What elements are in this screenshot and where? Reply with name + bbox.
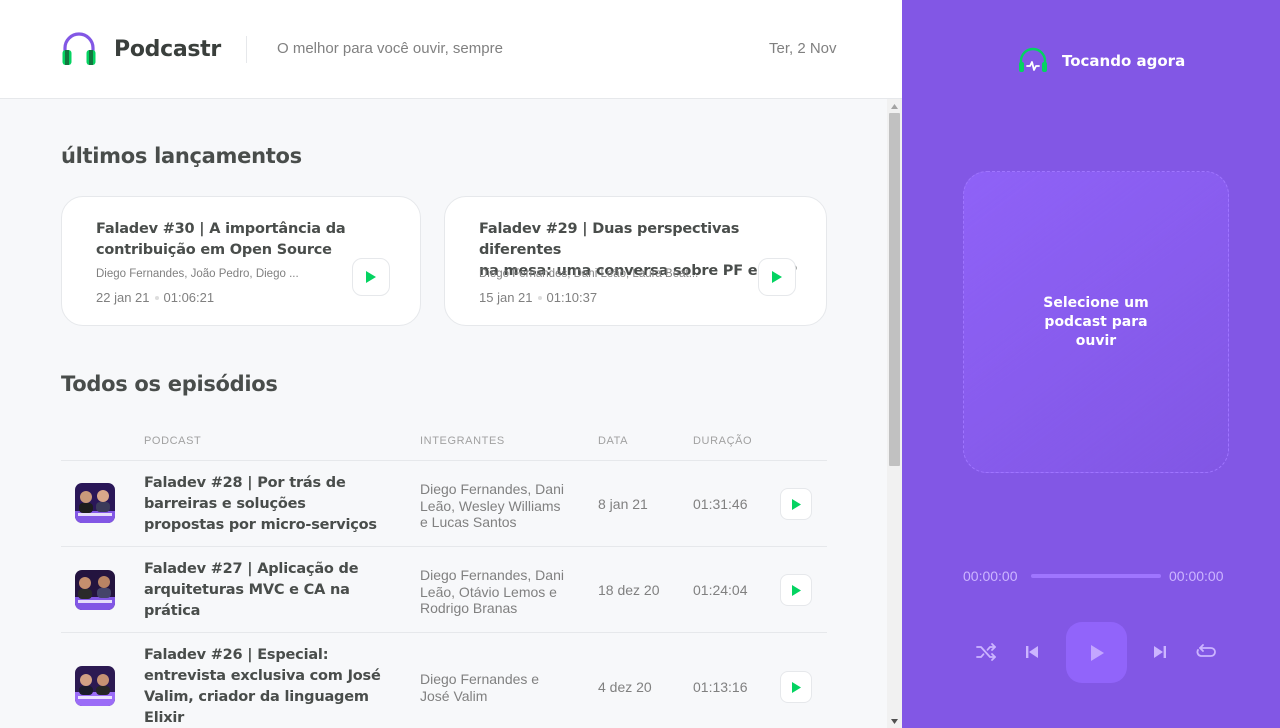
play-episode-button[interactable]: [758, 258, 796, 296]
episode-date: 18 dez 20: [598, 582, 660, 598]
episode-duration: 01:10:37: [546, 290, 598, 305]
episode-title-line: Faladev #30 | A importância da: [96, 221, 346, 237]
play-episode-button[interactable]: [780, 671, 812, 703]
play-icon: [791, 498, 801, 510]
episode-duration: 01:13:16: [693, 679, 748, 695]
episode-thumbnail: [75, 483, 115, 523]
episode-thumbnail: [75, 666, 115, 706]
episode-thumbnail: [75, 570, 115, 610]
scroll-up-arrow[interactable]: [887, 99, 902, 113]
column-header-date: Data: [598, 435, 629, 447]
column-header-members: Integrantes: [420, 435, 505, 447]
player-panel: Tocando agora Selecione um podcast para …: [902, 0, 1280, 728]
header-date: Ter, 2 Nov: [769, 40, 837, 57]
column-header-duration: Duração: [693, 435, 753, 447]
episode-members: Diego Fernandes e José Valim: [420, 671, 540, 704]
current-time: 00:00:00: [963, 568, 1018, 584]
play-icon: [791, 681, 801, 693]
episode-title-line: contribuição em Open Source: [96, 242, 332, 258]
progress-slider[interactable]: [1031, 574, 1161, 578]
episode-date: 22 jan 21: [96, 290, 150, 305]
episode-members: Diego Fernandes, João Pedro, Diego ...: [96, 268, 299, 280]
scrollbar-thumb[interactable]: [889, 113, 900, 466]
play-episode-button[interactable]: [780, 574, 812, 606]
main-scrollbar[interactable]: [887, 99, 902, 728]
column-header-podcast: Podcast: [144, 435, 202, 447]
latest-episodes-title: últimos lançamentos: [61, 144, 302, 168]
shuffle-icon: [976, 643, 996, 661]
episode-title[interactable]: Faladev #30 | A importância da contribui…: [96, 219, 346, 261]
episode-title-link[interactable]: Faladev #26 | Especial: entrevista exclu…: [144, 645, 389, 728]
all-episodes-title: Todos os episódios: [61, 372, 278, 396]
repeat-button[interactable]: [1194, 640, 1218, 664]
table-row: Faladev #28 | Por trás de barreiras e so…: [61, 460, 827, 546]
episode-date: 15 jan 21: [479, 290, 533, 305]
play-episode-button[interactable]: [780, 488, 812, 520]
episode-date: 4 dez 20: [598, 679, 652, 695]
header-divider: [246, 36, 247, 63]
episode-date: 8 jan 21: [598, 496, 648, 512]
episode-title-link[interactable]: Faladev #27 | Aplicação de arquiteturas …: [144, 559, 389, 622]
header: Podcastr O melhor para você ouvir, sempr…: [0, 0, 902, 99]
play-icon: [1090, 644, 1104, 661]
empty-player-text: Selecione um podcast para ouvir: [1043, 294, 1149, 349]
episode-title-link[interactable]: Faladev #28 | Por trás de barreiras e so…: [144, 473, 389, 536]
table-row: Faladev #27 | Aplicação de arquiteturas …: [61, 546, 827, 632]
episode-duration: 01:24:04: [693, 582, 748, 598]
headphones-icon: [62, 32, 96, 65]
play-previous-button[interactable]: [1020, 640, 1044, 664]
app-logo-text: Podcastr: [114, 37, 221, 62]
now-playing-label: Tocando agora: [1062, 52, 1186, 70]
empty-player-placeholder: Selecione um podcast para ouvir: [963, 171, 1229, 473]
repeat-icon: [1196, 644, 1216, 657]
episode-members: Diego Fernandes, Dani Leão, Wesley Willi…: [420, 481, 564, 530]
latest-episode-card[interactable]: Faladev #30 | A importância da contribui…: [61, 196, 421, 326]
play-next-icon: [1154, 646, 1166, 658]
episode-title-line: Faladev #29 | Duas perspectivas diferent…: [479, 221, 740, 258]
header-tagline: O melhor para você ouvir, sempre: [277, 40, 503, 57]
table-row: Faladev #26 | Especial: entrevista exclu…: [61, 632, 827, 728]
scroll-down-arrow[interactable]: [887, 714, 902, 728]
episode-meta: 22 jan 21 01:06:21: [96, 290, 214, 305]
episode-duration: 01:31:46: [693, 496, 748, 512]
total-time: 00:00:00: [1169, 568, 1224, 584]
latest-episode-card[interactable]: Faladev #29 | Duas perspectivas diferent…: [444, 196, 827, 326]
play-button[interactable]: [1066, 622, 1127, 683]
episode-members: Diego Fernandes, Dani Leão, Otávio Lemos…: [420, 567, 564, 616]
play-episode-button[interactable]: [352, 258, 390, 296]
separator-dot: [154, 295, 159, 300]
episode-meta: 15 jan 21 01:10:37: [479, 290, 597, 305]
episode-members: Diego Fernandes, Dani Leão, Laura Beat..…: [479, 268, 699, 280]
play-next-button[interactable]: [1148, 640, 1172, 664]
separator-dot: [537, 295, 542, 300]
headphones-wave-icon: [1019, 47, 1047, 72]
shuffle-button[interactable]: [974, 640, 998, 664]
play-icon: [366, 271, 376, 283]
play-icon: [791, 584, 801, 596]
play-icon: [772, 271, 782, 283]
play-previous-icon: [1026, 646, 1038, 658]
episode-duration: 01:06:21: [163, 290, 215, 305]
